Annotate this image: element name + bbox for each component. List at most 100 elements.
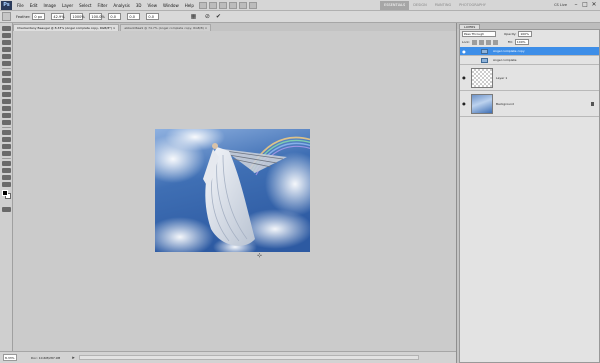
zoom-level-field[interactable]: 8.33% (3, 354, 17, 361)
screen-mode-icon[interactable] (248, 1, 257, 9)
toolbox-divider (1, 158, 11, 159)
clone-stamp-tool-icon[interactable] (1, 85, 11, 90)
arrange-documents-icon[interactable] (238, 1, 247, 9)
workspace-switcher: ESSENTIALS DESIGN PAINTING PHOTOGRAPHY (380, 1, 490, 10)
lock-position-icon[interactable] (485, 39, 491, 45)
foreground-color-swatch[interactable] (2, 190, 8, 196)
fill-field[interactable]: 100% (514, 39, 529, 45)
3d-orbit-tool-icon[interactable] (1, 168, 11, 173)
window-controls: CS Live – □ ✕ (554, 1, 598, 9)
crop-tool-icon[interactable] (1, 54, 11, 59)
workspace-design[interactable]: DESIGN (409, 1, 431, 10)
menu-help[interactable]: Help (182, 0, 197, 11)
marquee-tool-icon[interactable] (1, 33, 11, 38)
move-cursor-icon: ⊹ (257, 252, 263, 259)
layer-group-folder-icon (481, 48, 488, 54)
document-size-info: Doc: 10.6M/287.9M (31, 355, 61, 360)
option-field-4[interactable]: 0.0 (108, 13, 122, 20)
zoom-level-icon[interactable] (228, 1, 237, 9)
menu-edit[interactable]: Edit (27, 0, 41, 11)
layer-name: Layer 1 (496, 75, 508, 80)
layer-group-folder-icon (481, 57, 488, 63)
visibility-eye-icon[interactable]: ● (461, 75, 467, 80)
workspace-essentials[interactable]: ESSENTIALS (380, 1, 410, 10)
blur-tool-icon[interactable] (1, 113, 11, 118)
mini-bridge-icon[interactable] (208, 1, 217, 9)
layer-thumbnail (471, 93, 493, 114)
shape-tool-icon[interactable] (1, 151, 11, 156)
eraser-tool-icon[interactable] (1, 99, 11, 104)
gradient-tool-icon[interactable] (1, 106, 11, 111)
menu-analysis[interactable]: Analysis (110, 0, 132, 11)
opacity-label: Opacity: (504, 32, 517, 36)
layers-blend-row: Pass Through Opacity: 100% (460, 30, 599, 38)
toolbox-divider (1, 127, 11, 128)
bridge-icon[interactable] (198, 1, 207, 9)
menu-window[interactable]: Window (160, 0, 182, 11)
horizontal-scrollbar[interactable] (78, 355, 419, 360)
maximize-icon[interactable]: □ (581, 1, 589, 9)
healing-brush-tool-icon[interactable] (1, 71, 11, 76)
menu-filter[interactable]: Filter (94, 0, 110, 11)
lock-transparent-icon[interactable] (471, 39, 477, 45)
option-field-2[interactable]: 1000% (70, 13, 85, 20)
workspace-painting[interactable]: PAINTING (431, 1, 455, 10)
tool-preset-picker[interactable] (2, 12, 11, 21)
quick-selection-tool-icon[interactable] (1, 47, 11, 52)
lock-all-icon[interactable] (492, 39, 498, 45)
option-field-6[interactable]: 0.0 (146, 13, 160, 20)
cancel-transform-icon[interactable]: ⊘ (203, 13, 211, 21)
view-extras-icon[interactable] (218, 1, 227, 9)
layer-row-angel-complete-copy[interactable]: ● Angel complete copy (460, 47, 599, 56)
dodge-tool-icon[interactable] (1, 120, 11, 125)
warp-mode-icon[interactable]: ▦ (189, 13, 197, 21)
history-brush-tool-icon[interactable] (1, 92, 11, 97)
eyedropper-tool-icon[interactable] (1, 61, 11, 66)
hand-tool-icon[interactable] (1, 175, 11, 180)
document-canvas[interactable] (155, 129, 310, 252)
path-selection-tool-icon[interactable] (1, 144, 11, 149)
options-bar: Feather: 0 px 42.9% 1000% 100.0% 0.0 0.0… (0, 11, 600, 23)
status-bar: 8.33% Doc: 10.6M/287.9M ▸ (0, 351, 456, 363)
quick-mask-icon[interactable] (1, 207, 11, 212)
move-tool-icon[interactable] (1, 26, 11, 31)
option-field-5[interactable]: 0.0 (127, 13, 141, 20)
minimize-icon[interactable]: – (572, 1, 580, 9)
layer-row-angel-complete[interactable]: Angel complete (460, 56, 599, 65)
type-tool-icon[interactable] (1, 137, 11, 142)
zoom-tool-icon[interactable] (1, 182, 11, 187)
layer-thumbnail (471, 67, 493, 88)
layer-name: Angel complete (493, 58, 517, 62)
status-menu-arrow-icon[interactable]: ▸ (72, 355, 75, 361)
feather-label: Feather: (16, 14, 31, 19)
menu-image[interactable]: Image (40, 0, 59, 11)
option-field-1[interactable]: 42.9% (51, 13, 65, 20)
menu-select[interactable]: Select (76, 0, 94, 11)
document-tab[interactable]: ebbe4d6aa9 @ 74.7% (Angel complete copy,… (120, 24, 212, 31)
brush-tool-icon[interactable] (1, 78, 11, 83)
visibility-eye-icon[interactable]: ● (461, 49, 467, 54)
cs-live-button[interactable]: CS Live (554, 3, 567, 7)
3d-rotate-tool-icon[interactable] (1, 161, 11, 166)
canvas-area[interactable]: ⊹ (13, 31, 456, 351)
option-field-3[interactable]: 100.0% (89, 13, 105, 20)
layer-row-background[interactable]: ● Background (460, 91, 599, 117)
document-tab-active[interactable]: Checkerdany Beaugel @ 8.33% (Angel compl… (13, 24, 120, 31)
close-icon[interactable]: ✕ (590, 1, 598, 9)
blend-mode-select[interactable]: Pass Through (462, 31, 496, 37)
pen-tool-icon[interactable] (1, 130, 11, 135)
commit-transform-icon[interactable]: ✔ (214, 13, 222, 21)
menu-3d[interactable]: 3D (133, 0, 145, 11)
opacity-field[interactable]: 100% (518, 31, 533, 37)
menu-layer[interactable]: Layer (59, 0, 76, 11)
layer-name: Angel complete copy (493, 49, 525, 53)
menu-file[interactable]: File (14, 0, 27, 11)
menu-view[interactable]: View (145, 0, 161, 11)
feather-field[interactable]: 0 px (32, 13, 46, 20)
layer-row-layer-1[interactable]: ● Layer 1 (460, 65, 599, 91)
lock-pixels-icon[interactable] (478, 39, 484, 45)
lasso-tool-icon[interactable] (1, 40, 11, 45)
workspace-photography[interactable]: PHOTOGRAPHY (455, 1, 490, 10)
lock-label: Lock: (462, 40, 470, 44)
visibility-eye-icon[interactable]: ● (461, 101, 467, 106)
